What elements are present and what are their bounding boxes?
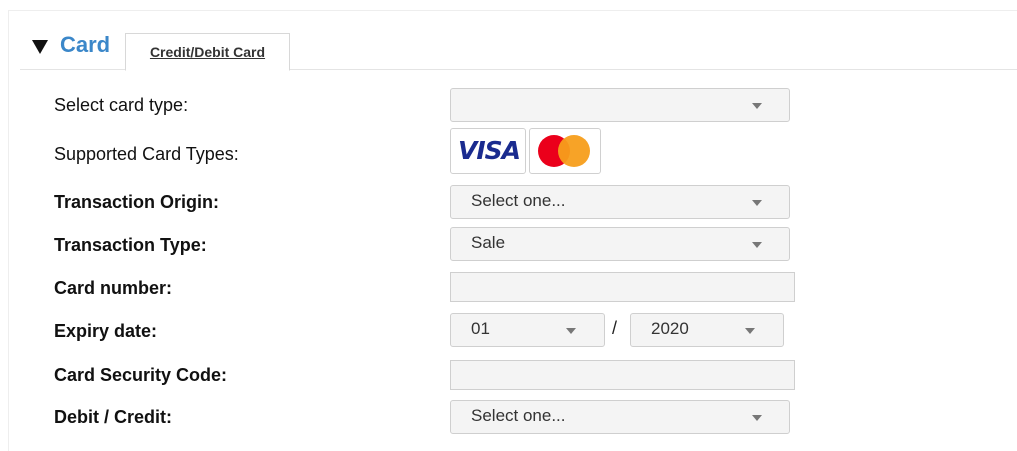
- expiry-date-label: Expiry date:: [54, 321, 158, 341]
- debit-credit-select[interactable]: Select one...: [450, 400, 790, 434]
- transaction-type-label: Transaction Type:: [54, 235, 207, 255]
- supported-card-types-label: Supported Card Types:: [54, 144, 239, 164]
- visa-logo-icon: VISA: [450, 128, 526, 174]
- card-number-input[interactable]: [450, 272, 795, 302]
- collapse-triangle-icon[interactable]: [32, 40, 48, 54]
- transaction-origin-select[interactable]: Select one...: [450, 185, 790, 219]
- chevron-down-icon: [752, 242, 762, 248]
- expiry-separator: /: [612, 318, 618, 338]
- visa-wordmark: VISA: [458, 136, 521, 165]
- transaction-origin-label: Transaction Origin:: [54, 192, 220, 212]
- mastercard-yellow-circle: [558, 135, 590, 167]
- security-code-input[interactable]: [450, 360, 795, 390]
- expiry-year-value: 2020: [651, 319, 689, 338]
- transaction-type-value: Sale: [471, 233, 506, 252]
- expiry-year-select[interactable]: 2020: [630, 313, 784, 347]
- transaction-origin-value: Select one...: [471, 191, 566, 210]
- expiry-month-select[interactable]: 01: [450, 313, 605, 347]
- card-number-label: Card number:: [54, 278, 173, 298]
- security-code-label: Card Security Code:: [54, 365, 228, 385]
- debit-credit-label: Debit / Credit:: [54, 407, 173, 427]
- chevron-down-icon: [566, 328, 576, 334]
- mastercard-logo-icon: [529, 128, 601, 174]
- card-section-header: Card Credit/Debit Card: [20, 22, 1017, 71]
- transaction-type-select[interactable]: Sale: [450, 227, 790, 261]
- chevron-down-icon: [752, 200, 762, 206]
- debit-credit-value: Select one...: [471, 406, 566, 425]
- chevron-down-icon: [752, 103, 762, 109]
- card-type-select[interactable]: [450, 88, 790, 122]
- chevron-down-icon: [745, 328, 755, 334]
- section-title[interactable]: Card: [60, 32, 110, 58]
- tab-credit-debit-card[interactable]: Credit/Debit Card: [125, 33, 290, 71]
- expiry-month-value: 01: [471, 319, 490, 338]
- chevron-down-icon: [752, 415, 762, 421]
- card-type-label: Select card type:: [54, 95, 189, 115]
